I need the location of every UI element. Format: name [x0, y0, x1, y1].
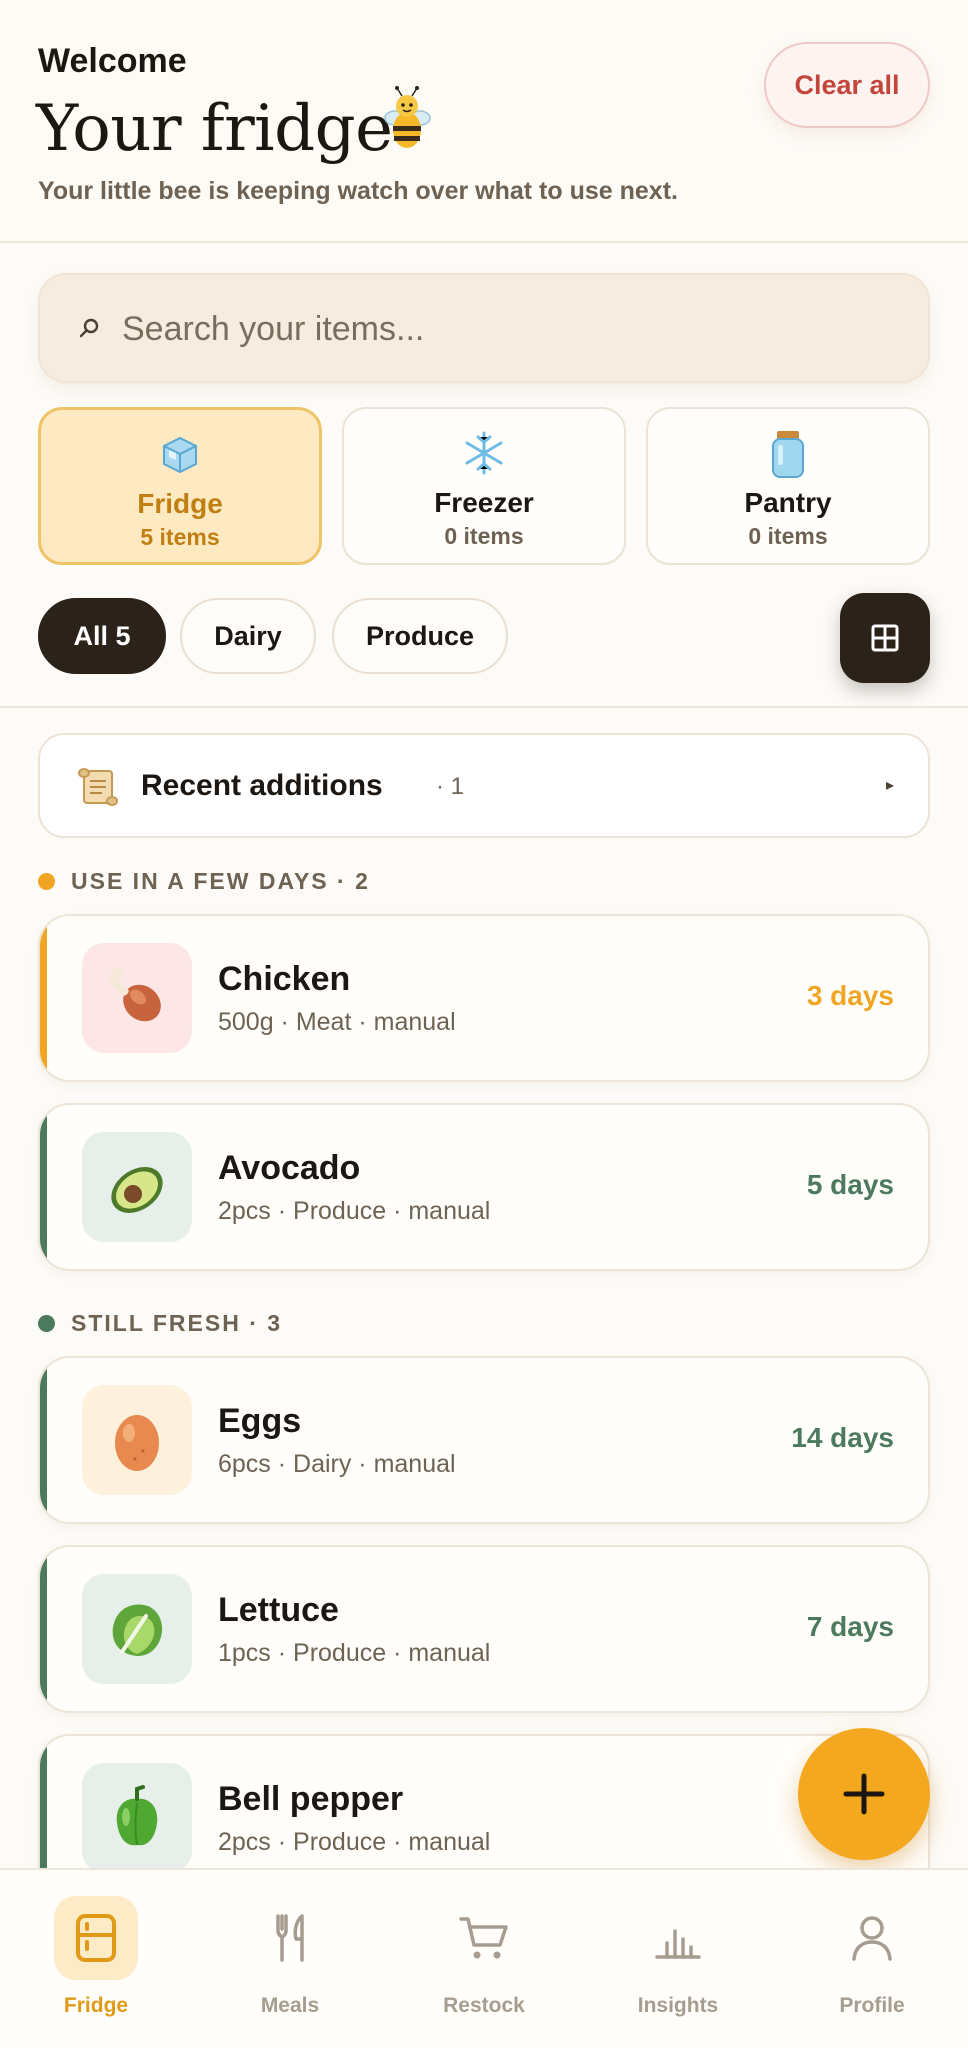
item-thumbnail — [82, 1385, 192, 1495]
user-icon — [852, 1916, 892, 1961]
item-meta: 2pcs · Produce · manual — [218, 1828, 491, 1856]
item-name: Eggs — [218, 1402, 302, 1440]
item-card-eggs[interactable]: Eggs 6pcs · Dairy · manual 14 days — [38, 1356, 930, 1524]
filter-chip-dairy[interactable]: Dairy — [180, 598, 316, 674]
item-thumbnail — [82, 1574, 192, 1684]
search-input[interactable] — [122, 297, 902, 361]
nav-item-meals[interactable]: Meals — [210, 1896, 370, 2026]
location-tab-pantry[interactable]: Pantry 0 items — [646, 407, 930, 565]
location-count: 5 items — [140, 524, 220, 550]
location-name: Fridge — [137, 488, 223, 519]
grid-icon — [871, 624, 899, 652]
fridge-icon — [76, 1914, 116, 1962]
freshness-bar — [40, 1358, 47, 1522]
status-dot — [38, 1314, 55, 1332]
location-count: 0 items — [748, 523, 828, 549]
section-divider — [0, 706, 968, 708]
location-tab-freezer[interactable]: Freezer 0 items — [342, 407, 626, 565]
page-header: Welcome Your fridge Your little bee is k… — [0, 0, 968, 243]
item-days-left: 5 days — [806, 1169, 894, 1200]
nav-item-restock[interactable]: Restock — [404, 1896, 564, 2026]
filter-chip-all[interactable]: All 5 — [38, 598, 166, 674]
scroll-icon — [78, 768, 118, 806]
bar-chart-icon — [655, 1929, 701, 1959]
item-days-left: 3 days — [806, 980, 894, 1011]
item-thumbnail — [82, 1763, 192, 1873]
item-meta: 1pcs · Produce · manual — [218, 1639, 491, 1667]
item-days-left: 14 days — [791, 1422, 894, 1453]
jar-icon — [772, 431, 804, 478]
cart-icon — [459, 1917, 508, 1959]
filter-chip-produce[interactable]: Produce — [332, 598, 508, 674]
location-count: 0 items — [444, 523, 524, 549]
avocado-icon — [111, 1167, 163, 1213]
bee-icon — [384, 86, 431, 148]
section-header-use-soon: USE IN A FEW DAYS · 2 — [38, 866, 370, 896]
search-bar[interactable] — [38, 273, 930, 383]
nav-label: Profile — [839, 1994, 905, 2017]
nav-item-profile[interactable]: Profile — [792, 1896, 952, 2026]
status-dot — [38, 872, 55, 890]
bottom-nav: Fridge Meals Restock Insights Profile — [0, 1868, 968, 2048]
location-tab-fridge[interactable]: Fridge 5 items — [38, 407, 322, 565]
section-header-still-fresh: STILL FRESH · 3 — [38, 1308, 282, 1338]
ice-cube-icon — [163, 436, 197, 474]
page-subtitle: Your little bee is keeping watch over wh… — [38, 177, 678, 205]
item-card-avocado[interactable]: Avocado 2pcs · Produce · manual 5 days — [38, 1103, 930, 1271]
chevron-right-icon: ▸ — [885, 777, 894, 794]
item-name: Bell pepper — [218, 1780, 404, 1818]
nav-item-insights[interactable]: Insights — [598, 1896, 758, 2026]
item-name: Chicken — [218, 960, 351, 998]
item-thumbnail — [82, 1132, 192, 1242]
welcome-text: Welcome — [38, 42, 187, 80]
plus-icon — [843, 1773, 885, 1815]
freshness-bar — [40, 1105, 47, 1269]
item-meta: 6pcs · Dairy · manual — [218, 1450, 456, 1478]
item-card-lettuce[interactable]: Lettuce 1pcs · Produce · manual 7 days — [38, 1545, 930, 1713]
recent-additions-toggle[interactable]: Recent additions · 1 ▸ — [38, 733, 930, 838]
item-card-chicken[interactable]: Chicken 500g · Meat · manual 3 days — [38, 914, 930, 1082]
snowflake-icon — [465, 431, 503, 475]
nav-item-fridge[interactable]: Fridge — [16, 1896, 176, 2026]
item-thumbnail — [82, 943, 192, 1053]
freshness-bar — [40, 916, 47, 1080]
bell-pepper-icon — [116, 1785, 158, 1846]
grid-view-button[interactable] — [840, 593, 930, 683]
item-meta: 500g · Meat · manual — [218, 1008, 456, 1036]
freshness-bar — [40, 1547, 47, 1711]
item-name: Lettuce — [218, 1591, 339, 1629]
egg-icon — [115, 1415, 159, 1471]
nav-label: Insights — [637, 1994, 719, 2017]
section-label: STILL FRESH · 3 — [71, 1309, 283, 1336]
drumstick-icon — [109, 968, 161, 1022]
location-name: Pantry — [744, 487, 832, 518]
item-name: Avocado — [218, 1149, 361, 1187]
item-days-left: 7 days — [806, 1611, 894, 1642]
section-label: USE IN A FEW DAYS · 2 — [71, 867, 370, 894]
item-meta: 2pcs · Produce · manual — [218, 1197, 491, 1225]
lettuce-icon — [112, 1604, 163, 1656]
nav-label: Fridge — [63, 1994, 129, 2017]
nav-label: Restock — [443, 1994, 525, 2017]
recent-additions-count: · 1 — [436, 773, 465, 800]
utensils-icon — [276, 1914, 304, 1962]
add-item-button[interactable] — [798, 1728, 930, 1860]
clear-all-button[interactable]: Clear all — [764, 42, 930, 128]
location-name: Freezer — [434, 487, 534, 518]
search-icon — [79, 318, 99, 338]
page-title: Your fridge — [36, 92, 393, 166]
nav-label: Meals — [260, 1994, 320, 2017]
recent-additions-label: Recent additions — [141, 769, 383, 802]
